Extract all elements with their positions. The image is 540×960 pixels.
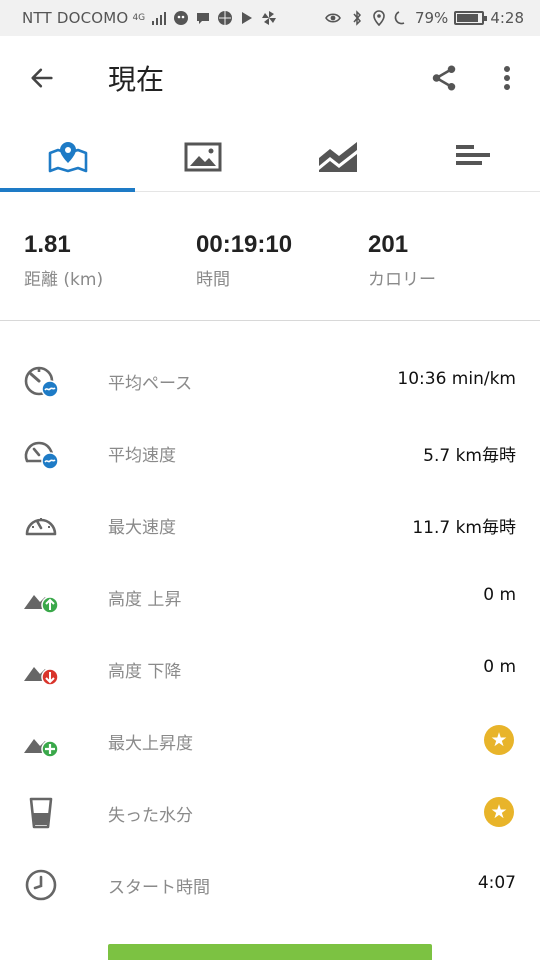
- stat-row-start-time: スタート時間 4:07: [0, 849, 540, 921]
- ball-icon: [218, 11, 233, 25]
- elevation-down-icon: [24, 667, 59, 686]
- stat-label: 高度 下降: [108, 662, 182, 682]
- stat-value: 5.7 km毎時: [423, 446, 516, 466]
- tab-map[interactable]: [0, 122, 135, 192]
- moon-icon: [394, 11, 405, 25]
- stat-value: 4:07: [477, 873, 516, 893]
- share-button[interactable]: [426, 60, 462, 96]
- image-icon: [184, 142, 221, 171]
- stat-row-max-elevation[interactable]: 最大上昇度 ★: [0, 705, 540, 777]
- app-bar: 現在: [0, 36, 540, 122]
- tab-photos[interactable]: [135, 122, 270, 191]
- stat-label: 高度 上昇: [108, 590, 182, 610]
- clock-icon: [25, 869, 57, 901]
- stat-row-elevation-down: 高度 下降 0 m: [0, 633, 540, 705]
- pinwheel-icon: [262, 11, 277, 25]
- distance-summary: 1.81 距離 (km): [24, 231, 103, 290]
- stat-value: 0 m: [483, 657, 516, 677]
- clock-time: 4:28: [490, 9, 524, 27]
- stat-row-water-lost[interactable]: 失った水分 ★: [0, 777, 540, 849]
- app-notification-icon: [174, 11, 189, 25]
- elevation-up-icon: [24, 595, 59, 614]
- stat-row-elevation-up: 高度 上昇 0 m: [0, 561, 540, 633]
- calories-value: 201: [368, 231, 409, 258]
- back-button[interactable]: [24, 60, 60, 96]
- stat-label: 最大上昇度: [108, 734, 193, 754]
- status-bar: NTT DOCOMO 4G 79% 4:28: [0, 0, 540, 36]
- area-chart-icon: [318, 141, 357, 172]
- stat-label: 平均ペース: [108, 374, 193, 394]
- carrier-name: NTT DOCOMO: [22, 9, 129, 27]
- duration-summary: 00:19:10 時間: [196, 231, 292, 290]
- tab-bar: [0, 122, 540, 192]
- stat-label: 失った水分: [108, 806, 193, 826]
- signal-icon: [152, 12, 167, 25]
- stat-row-avg-pace: 平均ペース 10:36 min/km: [0, 345, 540, 417]
- more-vert-icon: [504, 66, 510, 90]
- stat-row-max-speed: 最大速度 11.7 km毎時: [0, 489, 540, 561]
- bluetooth-icon: [353, 10, 361, 26]
- play-flag-icon: [242, 12, 253, 24]
- green-action-button[interactable]: [108, 944, 432, 960]
- bar-list-icon: [455, 144, 490, 165]
- premium-star-icon[interactable]: ★: [484, 797, 514, 827]
- calories-summary: 201 カロリー: [368, 231, 436, 290]
- battery-percent: 79%: [414, 9, 449, 27]
- distance-value: 1.81: [24, 231, 71, 258]
- back-arrow-icon: [31, 68, 53, 88]
- speedometer-icon: [25, 518, 57, 536]
- share-icon: [432, 65, 456, 91]
- location-icon: [373, 10, 385, 26]
- eye-icon: [325, 13, 341, 23]
- more-options-button[interactable]: [492, 60, 522, 96]
- map-pin-icon: [48, 141, 87, 172]
- stat-row-avg-speed: 平均速度 5.7 km毎時: [0, 417, 540, 489]
- tab-laps[interactable]: [405, 122, 540, 191]
- stat-label: 最大速度: [108, 518, 176, 538]
- stat-value: 0 m: [483, 585, 516, 605]
- stat-value: 11.7 km毎時: [412, 518, 516, 538]
- page-title: 現在: [108, 63, 165, 96]
- avg-speed-icon: [24, 441, 59, 470]
- max-elevation-icon: [24, 739, 59, 758]
- pace-icon: [24, 366, 59, 398]
- distance-label: 距離 (km): [24, 270, 104, 290]
- stat-value: 10:36 min/km: [397, 369, 516, 389]
- calories-label: カロリー: [368, 270, 436, 290]
- stat-label: スタート時間: [108, 878, 210, 898]
- battery-icon: [454, 11, 488, 25]
- water-cup-icon: [29, 797, 53, 829]
- duration-value: 00:19:10: [196, 231, 293, 258]
- chat-icon: [197, 13, 210, 24]
- summary-panel: 1.81 距離 (km) 00:19:10 時間 201 カロリー: [0, 193, 540, 321]
- stat-label: 平均速度: [108, 446, 176, 466]
- tab-charts[interactable]: [270, 122, 405, 191]
- premium-star-icon[interactable]: ★: [484, 725, 514, 755]
- network-type: 4G: [132, 13, 146, 23]
- duration-label: 時間: [196, 270, 230, 290]
